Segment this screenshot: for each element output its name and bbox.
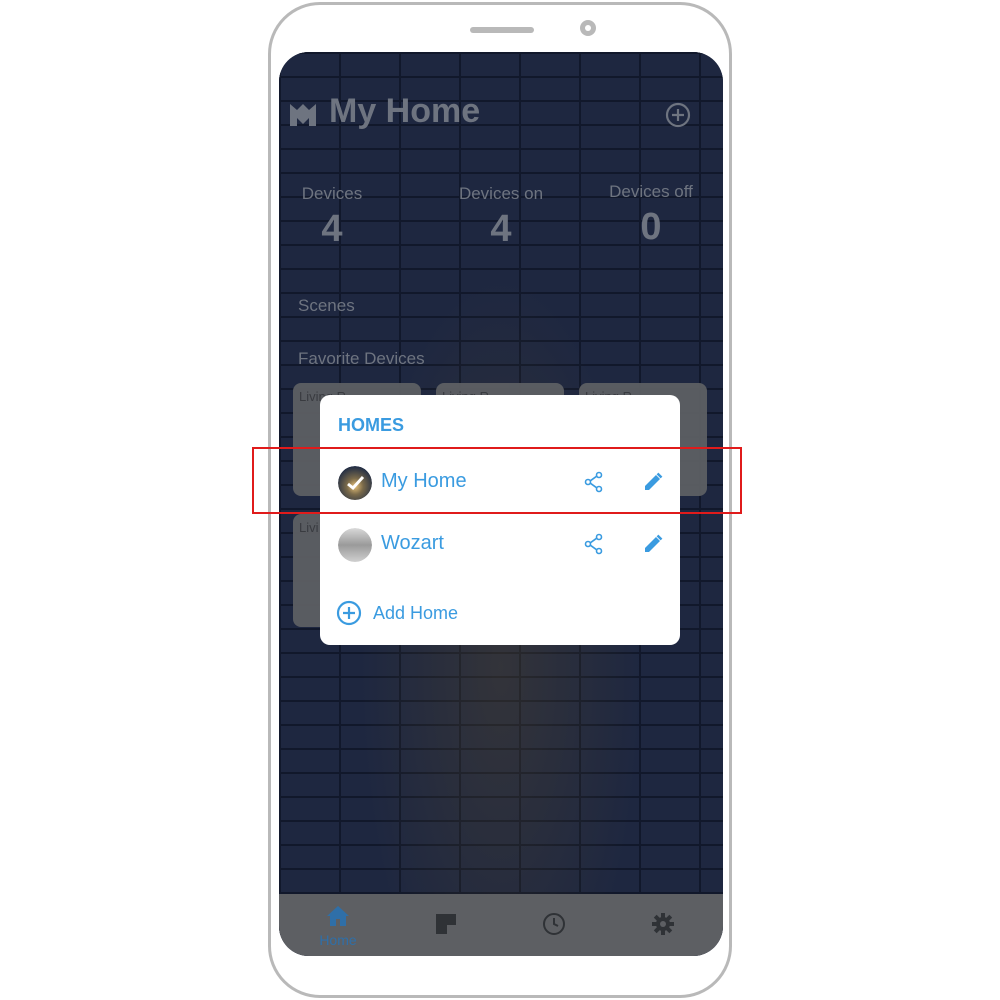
home-icon (327, 906, 349, 926)
add-home-label: Add Home (373, 603, 459, 623)
nav-home-label: Home (319, 932, 357, 948)
stat-label: Devices off (609, 182, 693, 201)
add-circle-icon[interactable] (665, 102, 691, 128)
nav-home[interactable]: Home (308, 904, 368, 948)
stat-label: Devices on (458, 184, 544, 203)
nav-settings[interactable] (633, 912, 693, 940)
card-label: Livi (299, 520, 319, 535)
stat-value: 4 (321, 208, 343, 250)
add-circle-icon (336, 600, 362, 626)
stat-label: Devices (301, 184, 363, 203)
home-name: Wozart (381, 532, 444, 554)
nav-schedule[interactable] (524, 912, 584, 940)
stat-devices: Devices 4 (297, 184, 367, 251)
bottom-nav: Home (279, 894, 723, 956)
add-home-button[interactable]: Add Home (336, 600, 536, 630)
logo-icon (290, 104, 316, 126)
scenes-heading: Scenes (298, 296, 355, 315)
stat-value: 0 (640, 206, 662, 248)
gear-icon (652, 913, 674, 935)
clock-icon (543, 913, 565, 935)
edit-pencil-icon[interactable] (642, 533, 664, 555)
highlight-box (252, 447, 742, 514)
phone-camera (580, 20, 596, 36)
phone-speaker (470, 27, 534, 33)
stat-value: 4 (490, 208, 512, 250)
dashboard-icon (436, 914, 456, 934)
stat-devices-on: Devices on 4 (449, 184, 553, 251)
nav-dashboard[interactable] (416, 912, 476, 940)
page-title: My Home (329, 92, 481, 130)
stat-devices-off: Devices off 0 (601, 182, 701, 249)
share-icon[interactable] (583, 533, 605, 555)
home-row-wozart[interactable]: Wozart (320, 520, 680, 570)
favorites-heading: Favorite Devices (298, 349, 425, 368)
popup-title: HOMES (338, 415, 405, 435)
homes-popup: HOMES My Home Wozart Add Home (320, 395, 680, 645)
home-avatar (338, 528, 372, 562)
app-header: My Home (279, 52, 723, 172)
